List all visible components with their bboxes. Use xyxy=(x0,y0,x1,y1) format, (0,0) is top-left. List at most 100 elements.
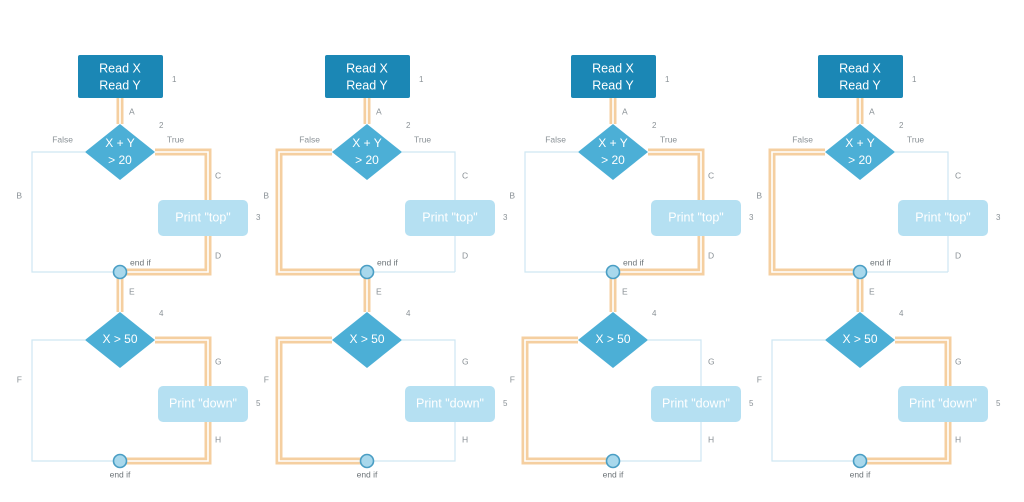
edge-label-f: F xyxy=(17,374,22,384)
endif-node-1-label: end if xyxy=(377,257,398,267)
decision-1-line2: > 20 xyxy=(601,153,625,167)
edge-label-f: F xyxy=(757,374,762,384)
flowchart-svg: Read XRead Y 1X + Y> 202Print "top" 3end i… xyxy=(509,55,754,479)
edge-label-a: A xyxy=(129,106,135,116)
edge-label-false-1: False xyxy=(52,134,73,144)
edge-label-e: E xyxy=(129,286,135,296)
edge-label-g: G xyxy=(708,356,715,366)
decision-2-line1: X > 50 xyxy=(842,332,877,346)
flowchart-svg: Read XRead Y 1X + Y> 202Print "top" 3end i… xyxy=(756,55,1001,479)
flowchart-panel-3: Read X Read Y1X + Y > 20 2 Print "top" 3 end i… xyxy=(493,0,754,502)
edge-false-2-highlight-core xyxy=(278,339,367,462)
endif-node-1-label: end if xyxy=(130,257,151,267)
terminal-read-line2: Read Y xyxy=(346,78,388,92)
terminal-read-number: 1 xyxy=(172,75,177,84)
terminal-read-line2: Read Y xyxy=(839,78,881,92)
decision-1-line2: > 20 xyxy=(355,153,379,167)
edge-label-c: C xyxy=(708,170,714,180)
endif-node-1 xyxy=(605,264,621,280)
edge-label-b: B xyxy=(16,190,22,200)
decision-1-line1: X + Y xyxy=(352,136,381,150)
edge-false-1 xyxy=(524,151,613,273)
edge-false-1 xyxy=(278,151,367,273)
edge-label-d: D xyxy=(708,250,714,260)
process-print-top-number: 3 xyxy=(996,213,1001,222)
edge-false-1-highlight xyxy=(768,148,860,276)
process-print-top-label: Print "top" xyxy=(175,210,230,224)
decision-2-line1: X > 50 xyxy=(102,332,137,346)
edge-label-h: H xyxy=(708,434,714,444)
process-print-down-number: 5 xyxy=(996,399,1001,408)
edge-false-1-highlight xyxy=(275,148,367,276)
process-print-top-label: Print "top" xyxy=(422,210,477,224)
terminal-read-line1: Read X xyxy=(839,61,881,75)
decision-2-number: 4 xyxy=(899,309,904,318)
flowchart-svg: Read XRead Y 1X + Y> 202Print "top" 3end i… xyxy=(16,55,261,479)
endif-node-1 xyxy=(112,264,128,280)
edge-false-1 xyxy=(31,151,120,273)
decision-1-line1: X + Y xyxy=(845,136,874,150)
endif-node-2-label: end if xyxy=(357,469,378,479)
endif-node-2-label: end if xyxy=(850,469,871,479)
process-print-down-label: Print "down" xyxy=(416,396,484,410)
edge-false-2 xyxy=(278,339,367,462)
decision-1-number: 2 xyxy=(899,121,904,130)
edge-label-e: E xyxy=(622,286,628,296)
edge-label-g: G xyxy=(462,356,469,366)
edge-label-h: H xyxy=(215,434,221,444)
edge-label-b: B xyxy=(509,190,515,200)
terminal-read-line1: Read X xyxy=(592,61,634,75)
edge-false-2 xyxy=(771,339,860,462)
edge-label-a: A xyxy=(376,106,382,116)
endif-node-2 xyxy=(359,453,375,469)
decision-1-shape xyxy=(578,124,648,180)
edge-false-2-highlight-core xyxy=(524,339,613,462)
endif-node-2-label: end if xyxy=(603,469,624,479)
endif-node-1 xyxy=(359,264,375,280)
edge-false-2-highlight xyxy=(521,336,613,465)
decision-1-number: 2 xyxy=(652,121,657,130)
endif-node-2 xyxy=(112,453,128,469)
flowchart-panel-1: Read X Read Y1X + Y > 20 2 Print "top" 3 end i… xyxy=(0,0,261,502)
terminal-read-number: 1 xyxy=(665,75,670,84)
endif-node-1-label: end if xyxy=(870,257,891,267)
decision-2-line1: X > 50 xyxy=(595,332,630,346)
edge-label-false-1: False xyxy=(299,134,320,144)
edge-false-1 xyxy=(771,151,860,273)
decision-1-shape xyxy=(332,124,402,180)
flowchart-panel-2: Read X Read Y1X + Y > 20 2 Print "top" 3 end i… xyxy=(247,0,508,502)
edge-label-e: E xyxy=(376,286,382,296)
decision-1-shape xyxy=(825,124,895,180)
decision-1-shape xyxy=(85,124,155,180)
process-print-top-label: Print "top" xyxy=(915,210,970,224)
process-print-down-label: Print "down" xyxy=(169,396,237,410)
edge-label-f: F xyxy=(264,374,269,384)
decision-2-number: 4 xyxy=(159,309,164,318)
decision-1-line1: X + Y xyxy=(598,136,627,150)
edge-label-d: D xyxy=(215,250,221,260)
process-print-down-label: Print "down" xyxy=(909,396,977,410)
edge-label-b: B xyxy=(756,190,762,200)
decision-2-number: 4 xyxy=(652,309,657,318)
edge-false-2 xyxy=(31,339,120,462)
flowchart-svg: Read XRead Y 1X + Y> 202Print "top" 3end i… xyxy=(263,55,508,479)
terminal-read-line1: Read X xyxy=(346,61,388,75)
endif-node-2-label: end if xyxy=(110,469,131,479)
edge-label-h: H xyxy=(955,434,961,444)
edge-false-2-highlight xyxy=(275,336,367,465)
edge-label-true-1: True xyxy=(907,134,924,144)
endif-node-1 xyxy=(852,264,868,280)
edge-label-false-1: False xyxy=(792,134,813,144)
edge-label-true-1: True xyxy=(167,134,184,144)
process-print-top-label: Print "top" xyxy=(668,210,723,224)
flowchart-panel-4: Read X Read Y 1 X + Y > 20 2 Print "top" 3 end i… xyxy=(740,0,1001,502)
endif-node-2 xyxy=(605,453,621,469)
terminal-read-line1: Read X xyxy=(99,61,141,75)
terminal-read-number: 1 xyxy=(912,75,917,84)
edge-label-f: F xyxy=(510,374,515,384)
endif-node-1-label: end if xyxy=(623,257,644,267)
terminal-read-line2: Read Y xyxy=(592,78,634,92)
decision-1-number: 2 xyxy=(159,121,164,130)
decision-1-number: 2 xyxy=(406,121,411,130)
edge-label-c: C xyxy=(462,170,468,180)
